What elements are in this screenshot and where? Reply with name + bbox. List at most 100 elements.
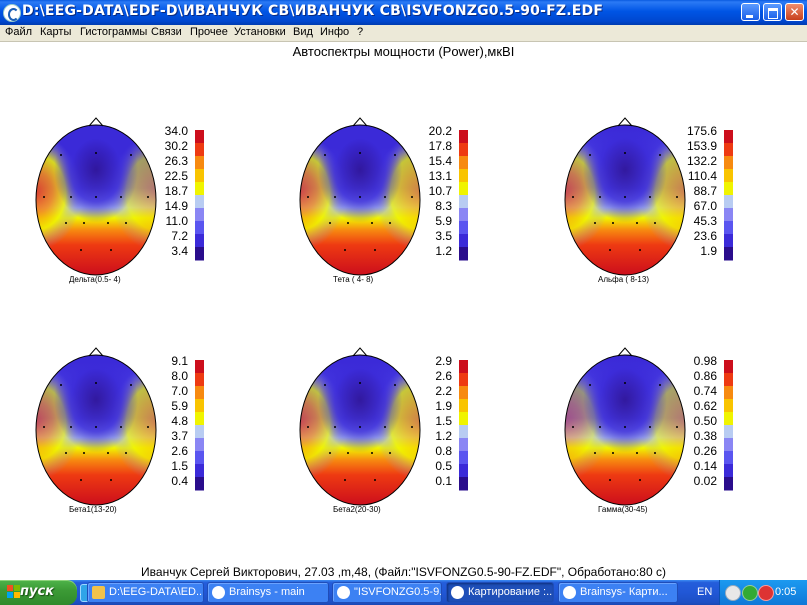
color-scale-segment [459,425,468,439]
color-scale-segment [195,425,204,439]
menu-other[interactable]: Прочее [190,26,228,38]
patient-info: Иванчук Сергей Викторович, 27.03 ,m,48, … [141,565,666,579]
electrode-dot [394,384,396,386]
scale-tick-label: 34.0 [164,124,188,138]
electrode-dot [359,196,361,198]
menu-histograms[interactable]: Гистограммы [80,26,147,38]
color-scale-segment [459,208,468,222]
tray-network-icon[interactable] [725,585,741,601]
menu-view[interactable]: Вид [293,26,313,38]
scale-tick-label: 0.62 [693,399,717,413]
tray-app-icon[interactable] [742,585,758,601]
electrode-dot [344,249,346,251]
color-scale-segment [459,247,468,261]
taskbar-button-explorer[interactable]: D:\EEG-DATA\ED... [87,582,204,603]
scale-tick-label: 3.5 [435,229,452,243]
electrode-dot [329,452,331,454]
electrode-dot [329,222,331,224]
electrode-dot [359,426,361,428]
electrode-dot [599,426,601,428]
color-scale-segment [459,143,468,157]
topomap-2: 20.2 17.8 15.4 13.1 10.7 8.3 5.9 3.5 1.2 Тета ( 4… [299,115,530,295]
scale-tick-label: 0.4 [171,474,188,488]
taskbar-button-brainsys-maps[interactable]: Brainsys- Карти... [558,582,678,603]
electrode-dot [371,222,373,224]
color-scale-segment [195,221,204,235]
scale-tick-label: 1.2 [435,429,452,443]
menu-info[interactable]: Инфо [320,26,349,38]
color-scale-segment [195,143,204,157]
menu-links[interactable]: Связи [151,26,182,38]
electrode-dot [384,426,386,428]
menu-file[interactable]: Файл [5,26,32,38]
electrode-dot [649,426,651,428]
color-scale-segment [459,221,468,235]
electrode-dot [609,249,611,251]
color-scale-segment [459,373,468,387]
color-scale-segment [459,464,468,478]
scale-tick-label: 4.8 [171,414,188,428]
electrode-dot [43,196,45,198]
taskbar-button-brainsys-main[interactable]: Brainsys - main [207,582,329,603]
scale-tick-label: 132.2 [686,154,717,168]
start-button[interactable]: пуск [0,580,77,605]
taskbar-button-file[interactable]: "ISVFONZG0.5-9... [332,582,442,603]
maximize-icon [764,4,781,20]
scale-tick-label: 0.38 [693,429,717,443]
menu-help[interactable]: ? [357,26,363,38]
electrode-dot [359,382,361,384]
taskbar-label: Brainsys- Карти... [580,586,668,598]
scale-tick-label: 1.5 [435,414,452,428]
scale-tick-label: 5.9 [435,214,452,228]
brainsys-icon [337,586,350,599]
color-scale-segment [195,360,204,374]
color-scale-segment [195,208,204,222]
scale-tick-label: 9.1 [171,354,188,368]
color-scale-segment [195,373,204,387]
scale-tick-label: 0.8 [435,444,452,458]
electrode-dot [65,452,67,454]
scale-tick-label: 175.6 [686,124,717,138]
close-button[interactable]: ✕ [785,3,804,21]
scale-tick-label: 7.0 [171,384,188,398]
color-scale-segment [195,247,204,261]
electrode-dot [70,196,72,198]
menu-maps[interactable]: Карты [40,26,71,38]
electrode-dot [384,196,386,198]
scale-tick-label: 0.02 [693,474,717,488]
taskbar-button-mapping[interactable]: Картирование :... [446,582,554,603]
color-scale-segment [195,195,204,209]
electrode-dot [110,479,112,481]
scale-tick-label: 88.7 [693,184,717,198]
scale-tick-label: 26.3 [164,154,188,168]
scale-tick-label: 23.6 [693,229,717,243]
electrode-dot [307,196,309,198]
electrode-dot [95,152,97,154]
title-bar[interactable]: D:\EEG-DATA\EDF-D\ИВАНЧУК СВ\ИВАНЧУК СВ\… [0,0,807,25]
topomap-4: 9.1 8.0 7.0 5.9 4.8 3.7 2.6 1.5 0.4 Бета1(13-20) [35,345,266,525]
color-scale-segment [195,464,204,478]
minimize-button[interactable] [741,3,760,21]
electrode-dot [347,222,349,224]
electrode-dot [572,196,574,198]
electrode-dot [624,426,626,428]
color-scale-segment [195,386,204,400]
color-scale-segment [724,221,733,235]
language-indicator[interactable]: EN [697,586,712,598]
brainsys-icon [451,586,464,599]
scale-tick-label: 8.0 [171,369,188,383]
maximize-button[interactable] [763,3,782,21]
minimize-icon [742,4,759,20]
app-icon[interactable] [3,4,21,22]
menu-settings[interactable]: Установки [234,26,286,38]
scale-tick-label: 2.9 [435,354,452,368]
electrode-dot [589,154,591,156]
window-title: D:\EEG-DATA\EDF-D\ИВАНЧУК СВ\ИВАНЧУК СВ\… [22,3,604,19]
electrode-dot [107,452,109,454]
color-scale-segment [724,464,733,478]
color-scale-segment [195,451,204,465]
color-scale-segment [459,438,468,452]
electrode-dot [624,382,626,384]
tray-security-icon[interactable] [758,585,774,601]
map-band-label: Дельта(0.5- 4) [69,275,121,284]
